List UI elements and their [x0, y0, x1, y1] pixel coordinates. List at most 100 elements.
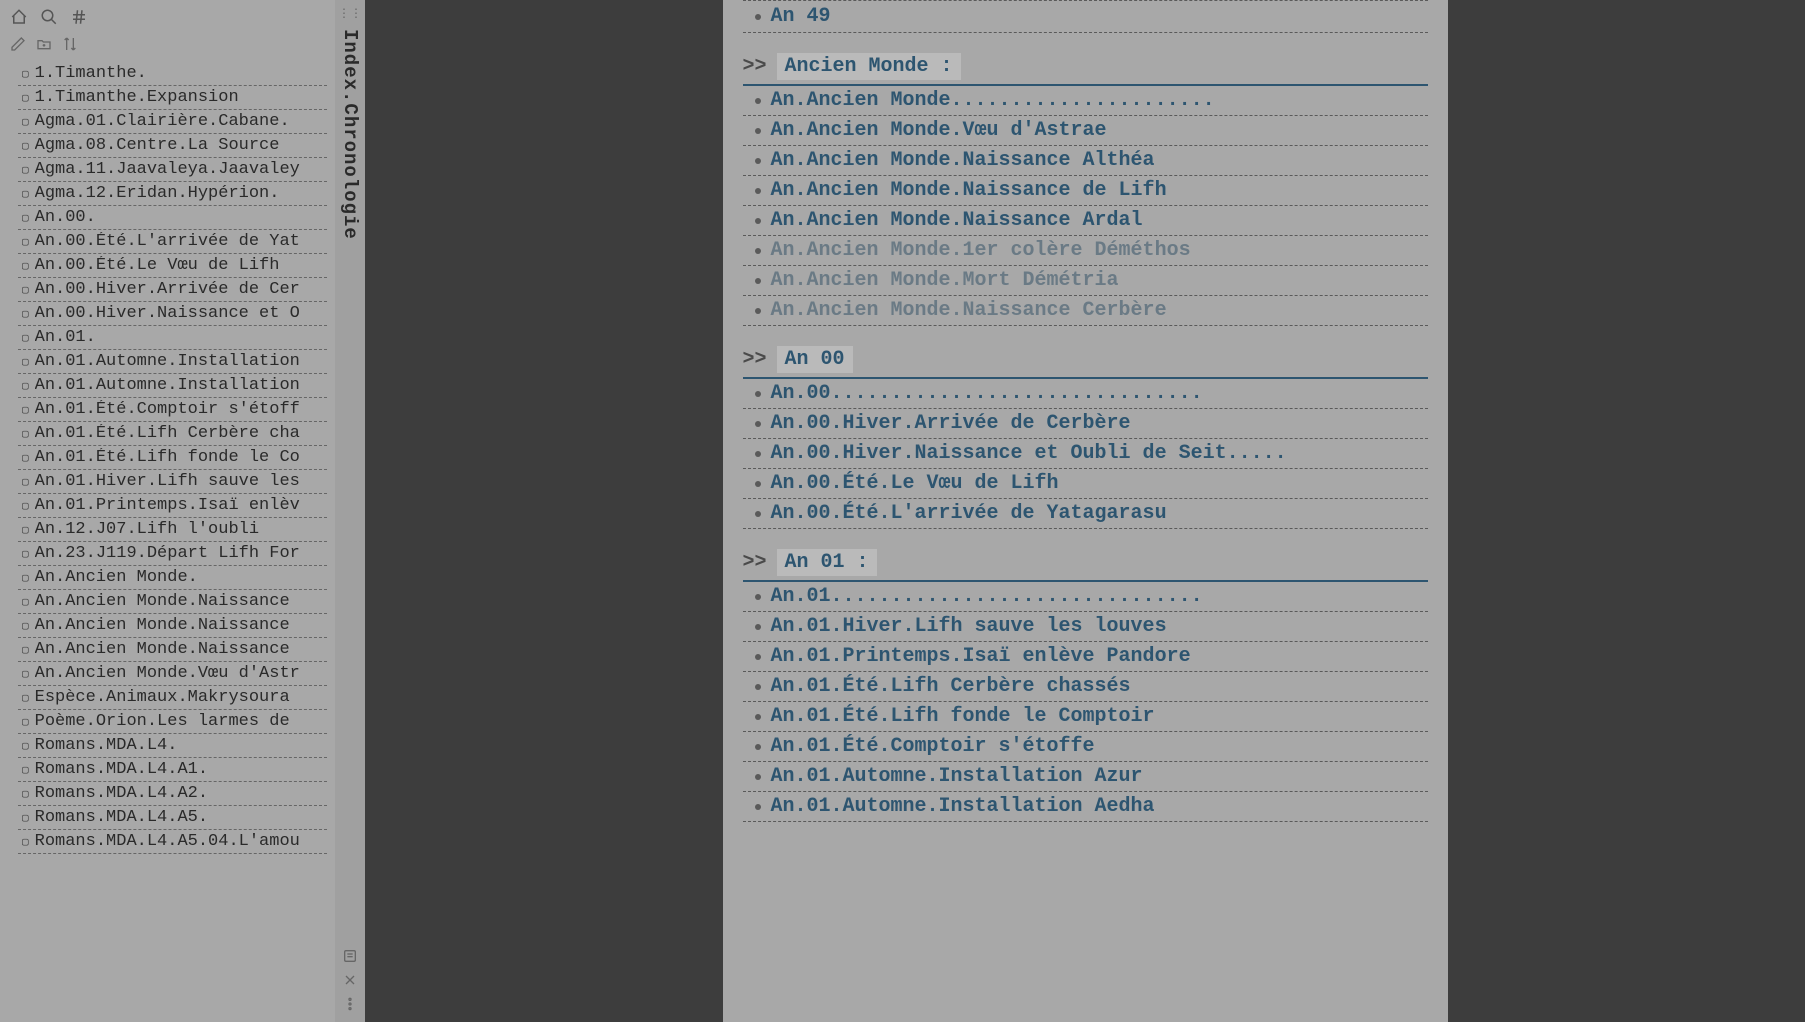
sidebar-file-item[interactable]: ▢An.01.Printemps.Isaï enlèv: [18, 494, 327, 518]
sidebar-file-item[interactable]: ▢1.Timanthe.Expansion: [18, 86, 327, 110]
entry-list: An.01............................... An.0…: [743, 582, 1428, 822]
sidebar-file-item[interactable]: ▢Espèce.Animaux.Makrysoura: [18, 686, 327, 710]
list-item[interactable]: An.Ancien Monde.Naissance Althéa: [743, 146, 1428, 176]
sidebar-file-item[interactable]: ▢Romans.MDA.L4.A1.: [18, 758, 327, 782]
list-item[interactable]: An.01.Été.Lifh Cerbère chassés: [743, 672, 1428, 702]
tab-title[interactable]: Index.Chronologie: [339, 29, 361, 240]
sidebar-file-item[interactable]: ▢An.00.: [18, 206, 327, 230]
sidebar-file-item[interactable]: ▢An.01.Hiver.Lifh sauve les: [18, 470, 327, 494]
section-title[interactable]: Ancien Monde :: [777, 53, 961, 80]
list-item[interactable]: An.01.Printemps.Isaï enlève Pandore: [743, 642, 1428, 672]
list-item[interactable]: An.Ancien Monde.Naissance de Lifh: [743, 176, 1428, 206]
sidebar-file-item[interactable]: ▢An.01.Automne.Installation: [18, 350, 327, 374]
list-item[interactable]: An.Ancien Monde.1er colère Déméthos: [743, 236, 1428, 266]
sidebar-file-item[interactable]: ▢An.Ancien Monde.: [18, 566, 327, 590]
list-item[interactable]: An.00.Hiver.Arrivée de Cerbère: [743, 409, 1428, 439]
entry-link[interactable]: An.01...............................: [771, 585, 1203, 608]
sidebar-file-item[interactable]: ▢An.00.Hiver.Naissance et O: [18, 302, 327, 326]
hash-icon[interactable]: [70, 8, 88, 26]
entry-link[interactable]: An.Ancien Monde......................: [771, 89, 1215, 112]
sidebar-file-item[interactable]: ▢An.12.J07.Lifh l'oubli: [18, 518, 327, 542]
sidebar-file-item[interactable]: ▢An.01.Automne.Installation: [18, 374, 327, 398]
entry-link[interactable]: An.00...............................: [771, 382, 1203, 405]
list-item[interactable]: An 49: [743, 0, 1428, 33]
entry-link[interactable]: An.Ancien Monde.Naissance Althéa: [771, 149, 1155, 172]
sidebar-file-item[interactable]: ▢1.Timanthe.: [18, 62, 327, 86]
more-icon[interactable]: [342, 996, 358, 1012]
sidebar-file-item[interactable]: ▢An.Ancien Monde.Naissance: [18, 638, 327, 662]
bullet-icon: [755, 308, 761, 314]
sort-icon[interactable]: [62, 36, 78, 52]
sidebar-file-item[interactable]: ▢An.00.Hiver.Arrivée de Cer: [18, 278, 327, 302]
list-item[interactable]: An.01.Été.Lifh fonde le Comptoir: [743, 702, 1428, 732]
sidebar-file-item[interactable]: ▢Romans.MDA.L4.A5.: [18, 806, 327, 830]
checkbox-icon: ▢: [22, 667, 29, 681]
sidebar-file-item[interactable]: ▢Romans.MDA.L4.A5.04.L'amou: [18, 830, 327, 854]
list-item[interactable]: An.Ancien Monde.Naissance Cerbère: [743, 296, 1428, 326]
entry-link[interactable]: An.01.Été.Lifh Cerbère chassés: [771, 675, 1131, 698]
list-item[interactable]: An.01.Hiver.Lifh sauve les louves: [743, 612, 1428, 642]
sidebar-file-item[interactable]: ▢An.00.Été.Le Vœu de Lifh: [18, 254, 327, 278]
sidebar-file-item[interactable]: ▢An.01.: [18, 326, 327, 350]
list-item[interactable]: An.01.Automne.Installation Aedha: [743, 792, 1428, 822]
edit-icon[interactable]: [10, 36, 26, 52]
entry-link[interactable]: An.Ancien Monde.Naissance Cerbère: [771, 299, 1167, 322]
sidebar-file-item[interactable]: ▢An.00.Été.L'arrivée de Yat: [18, 230, 327, 254]
note-icon[interactable]: [342, 948, 358, 964]
sidebar-file-list: ▢1.Timanthe.▢1.Timanthe.Expansion▢Agma.0…: [0, 58, 335, 1022]
bullet-icon: [755, 481, 761, 487]
sidebar-file-item[interactable]: ▢Romans.MDA.L4.A2.: [18, 782, 327, 806]
close-icon[interactable]: [342, 972, 358, 988]
entry-link[interactable]: An.Ancien Monde.Naissance de Lifh: [771, 179, 1167, 202]
sidebar-file-item[interactable]: ▢Agma.11.Jaavaleya.Jaavaley: [18, 158, 327, 182]
drag-handle-icon[interactable]: ⋮⋮: [338, 6, 362, 21]
sidebar-file-item[interactable]: ▢Agma.01.Clairière.Cabane.: [18, 110, 327, 134]
sidebar-file-item[interactable]: ▢An.Ancien Monde.Naissance: [18, 614, 327, 638]
sidebar-file-item[interactable]: ▢Poème.Orion.Les larmes de: [18, 710, 327, 734]
sidebar-file-item[interactable]: ▢An.23.J119.Départ Lifh For: [18, 542, 327, 566]
section-title[interactable]: An 00: [777, 346, 853, 373]
entry-link[interactable]: An.00.Été.L'arrivée de Yatagarasu: [771, 502, 1167, 525]
list-item[interactable]: An.Ancien Monde.Mort Démétria: [743, 266, 1428, 296]
section-title[interactable]: An 01 :: [777, 549, 877, 576]
entry-link[interactable]: An 49: [771, 5, 831, 28]
home-icon[interactable]: [10, 8, 28, 26]
entry-link[interactable]: An.Ancien Monde.Naissance Ardal: [771, 209, 1143, 232]
sidebar-file-item[interactable]: ▢Romans.MDA.L4.: [18, 734, 327, 758]
list-item[interactable]: An.00.Été.Le Vœu de Lifh: [743, 469, 1428, 499]
sidebar-file-item[interactable]: ▢An.01.Été.Comptoir s'étoff: [18, 398, 327, 422]
entry-link[interactable]: An.01.Automne.Installation Azur: [771, 765, 1143, 788]
list-item[interactable]: An.00...............................: [743, 379, 1428, 409]
list-item[interactable]: An.Ancien Monde.Vœu d'Astrae: [743, 116, 1428, 146]
entry-link[interactable]: An.01.Printemps.Isaï enlève Pandore: [771, 645, 1191, 668]
list-item[interactable]: An.00.Hiver.Naissance et Oubli de Seit..…: [743, 439, 1428, 469]
sidebar-file-item[interactable]: ▢Agma.12.Eridan.Hypérion.: [18, 182, 327, 206]
sidebar-file-item[interactable]: ▢An.Ancien Monde.Vœu d'Astr: [18, 662, 327, 686]
folder-add-icon[interactable]: [36, 36, 52, 52]
list-item[interactable]: An.01...............................: [743, 582, 1428, 612]
search-icon[interactable]: [40, 8, 58, 26]
entry-link[interactable]: An.01.Été.Lifh fonde le Comptoir: [771, 705, 1155, 728]
entry-link[interactable]: An.01.Automne.Installation Aedha: [771, 795, 1155, 818]
list-item[interactable]: An.01.Automne.Installation Azur: [743, 762, 1428, 792]
sidebar-file-item[interactable]: ▢An.Ancien Monde.Naissance: [18, 590, 327, 614]
entry-link[interactable]: An.00.Été.Le Vœu de Lifh: [771, 472, 1059, 495]
entry-link[interactable]: An.01.Été.Comptoir s'étoffe: [771, 735, 1095, 758]
checkbox-icon: ▢: [22, 403, 29, 417]
file-label: An.01.Hiver.Lifh sauve les: [35, 472, 300, 491]
entry-link[interactable]: An.Ancien Monde.Vœu d'Astrae: [771, 119, 1107, 142]
entry-link[interactable]: An.Ancien Monde.1er colère Déméthos: [771, 239, 1191, 262]
entry-link[interactable]: An.Ancien Monde.Mort Démétria: [771, 269, 1119, 292]
entry-link[interactable]: An.00.Hiver.Naissance et Oubli de Seit..…: [771, 442, 1287, 465]
sidebar-file-item[interactable]: ▢Agma.08.Centre.La Source: [18, 134, 327, 158]
checkbox-icon: ▢: [22, 91, 29, 105]
list-item[interactable]: An.00.Été.L'arrivée de Yatagarasu: [743, 499, 1428, 529]
list-item[interactable]: An.Ancien Monde.Naissance Ardal: [743, 206, 1428, 236]
list-item[interactable]: An.01.Été.Comptoir s'étoffe: [743, 732, 1428, 762]
list-item[interactable]: An.Ancien Monde......................: [743, 86, 1428, 116]
sidebar-file-item[interactable]: ▢An.01.Été.Lifh fonde le Co: [18, 446, 327, 470]
file-label: An.Ancien Monde.Naissance: [35, 640, 290, 659]
entry-link[interactable]: An.01.Hiver.Lifh sauve les louves: [771, 615, 1167, 638]
entry-link[interactable]: An.00.Hiver.Arrivée de Cerbère: [771, 412, 1131, 435]
sidebar-file-item[interactable]: ▢An.01.Été.Lifh Cerbère cha: [18, 422, 327, 446]
